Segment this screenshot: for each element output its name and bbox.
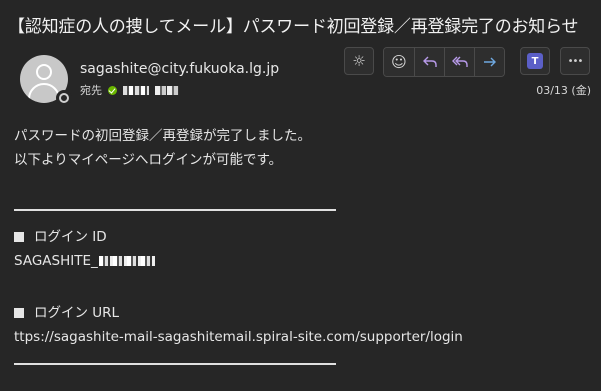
redacted-recipient-name-2[interactable] bbox=[155, 85, 179, 95]
more-icon: ••• bbox=[567, 55, 584, 67]
to-label: 宛先 bbox=[80, 84, 102, 97]
login-id-label: ログイン ID bbox=[34, 229, 107, 245]
login-id-heading: ログイン ID bbox=[14, 225, 594, 249]
login-id-row: SAGASHITE_ bbox=[14, 249, 594, 273]
forward-button[interactable] bbox=[474, 48, 504, 76]
login-url-label: ログイン URL bbox=[34, 305, 120, 321]
email-subject: 【認知症の人の捜してメール】パスワード初回登録／再登録完了のお知らせ bbox=[8, 17, 579, 37]
avatar-body-shape bbox=[28, 83, 60, 103]
forward-icon bbox=[483, 57, 496, 67]
more-toolbar: ••• bbox=[560, 47, 590, 75]
brightness-icon: ☼ bbox=[352, 52, 366, 70]
apps-toolbar: T bbox=[520, 47, 550, 75]
immersive-reader-toolbar: ☼ bbox=[344, 47, 374, 75]
avatar-head-shape bbox=[36, 64, 52, 80]
redacted-login-id bbox=[98, 256, 155, 266]
reply-button[interactable] bbox=[414, 48, 444, 76]
login-url-heading: ログイン URL bbox=[14, 301, 594, 325]
received-date: 03/13 (金) bbox=[536, 84, 591, 97]
login-id-section: ログイン ID SAGASHITE_ bbox=[14, 225, 594, 273]
recipient-row: 宛先 bbox=[80, 82, 179, 98]
emoji-react-icon: ☺ bbox=[391, 53, 407, 71]
square-bullet-icon bbox=[14, 308, 24, 318]
presence-status-icon bbox=[56, 90, 72, 106]
brightness-button[interactable]: ☼ bbox=[344, 47, 374, 75]
sender-address[interactable]: sagashite@city.fukuoka.lg.jp bbox=[80, 61, 279, 77]
reply-all-button[interactable] bbox=[444, 48, 474, 76]
reply-actions-group: ☺ bbox=[383, 47, 505, 77]
action-toolbar: ☺ bbox=[383, 47, 505, 77]
reply-icon bbox=[422, 56, 437, 67]
body-line-1: パスワードの初回登録／再登録が完了しました。 bbox=[14, 128, 311, 144]
login-url-section: ログイン URL ttps://sagashite-mail-sagashite… bbox=[14, 301, 594, 349]
teams-icon: T bbox=[527, 53, 543, 69]
body-line-2: 以下よりマイページへログインが可能です。 bbox=[14, 152, 283, 168]
recipient-available-icon bbox=[108, 85, 117, 95]
square-bullet-icon bbox=[14, 232, 24, 242]
reply-all-icon bbox=[451, 56, 468, 67]
email-body: パスワードの初回登録／再登録が完了しました。 以下よりマイページへログインが可能… bbox=[14, 124, 594, 172]
teams-button[interactable]: T bbox=[520, 47, 550, 75]
login-id-value: SAGASHITE_ bbox=[14, 253, 98, 269]
redacted-recipient-name[interactable] bbox=[123, 85, 149, 95]
more-actions-button[interactable]: ••• bbox=[560, 47, 590, 75]
login-url-link[interactable]: ttps://sagashite-mail-sagashitemail.spir… bbox=[14, 325, 594, 349]
emoji-react-button[interactable]: ☺ bbox=[384, 48, 414, 76]
divider-bottom bbox=[14, 363, 336, 365]
divider-top bbox=[14, 209, 336, 211]
